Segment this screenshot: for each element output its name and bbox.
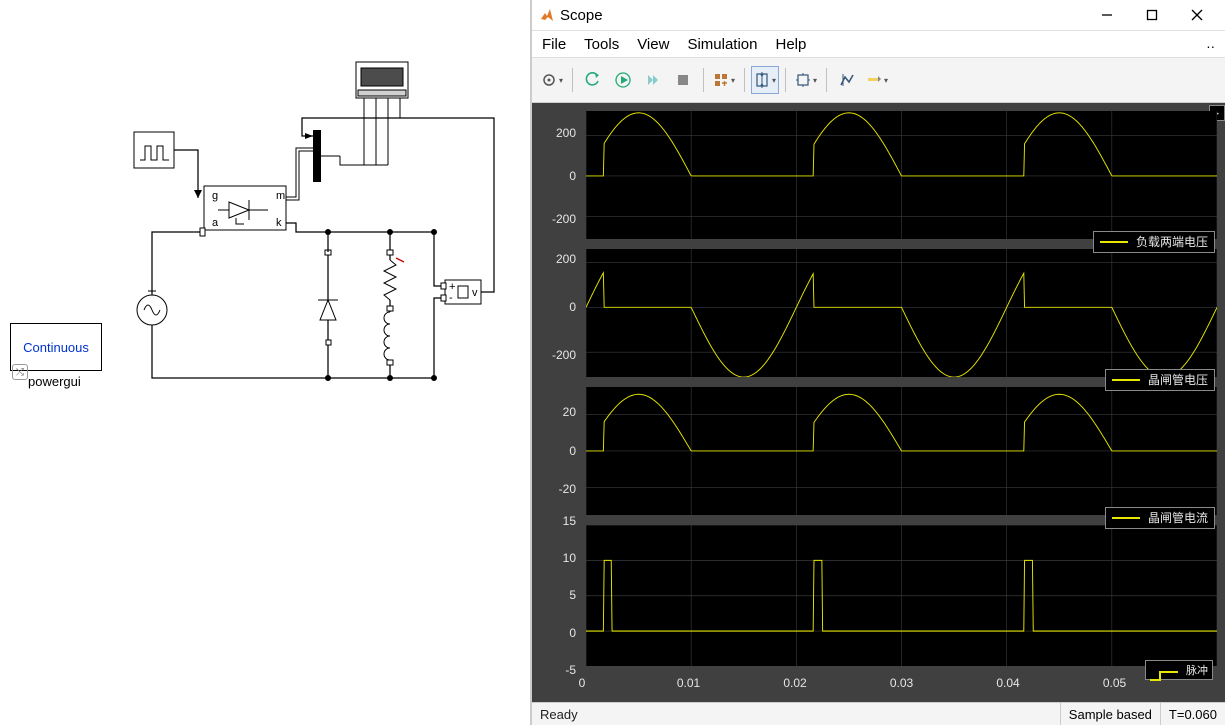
status-mode: Sample based [1060,703,1160,725]
thyristor-block[interactable]: g m a k [204,186,286,230]
mux-block[interactable] [313,130,321,182]
thyristor-port-k: k [276,217,282,229]
legend-label: 晶闸管电压 [1148,371,1208,388]
measurements-icon[interactable] [833,66,861,94]
toolbar: ▾ ▾ ▾ ▾ ▾ [532,58,1225,103]
status-bar: Ready Sample based T=0.060 [532,702,1225,725]
rl-load-block[interactable] [384,232,404,378]
menu-tools[interactable]: Tools [584,36,619,53]
legend-label: 脉冲 [1186,662,1208,678]
ytick: 0 [569,300,576,314]
menu-file[interactable]: File [542,36,566,53]
pulse-generator-block[interactable] [134,132,174,168]
diode-block[interactable] [318,250,338,378]
thyristor-port-m: m [276,190,285,202]
ytick: 20 [563,405,576,419]
menu-view[interactable]: View [637,36,669,53]
xtick: 0.01 [677,676,700,690]
powergui-badge-icon: ⤭ [12,364,28,380]
menu-more-icon[interactable]: ․․ [1206,36,1215,52]
simulink-canvas[interactable]: .wire { stroke:#000; stroke-width:1.25; … [0,0,530,725]
title-bar: Scope [532,0,1225,31]
xtick: 0.02 [783,676,806,690]
run-button[interactable] [609,66,637,94]
ytick: 0 [569,169,576,183]
legend-2: 晶闸管电压 [1105,369,1215,391]
menu-simulation[interactable]: Simulation [687,36,757,53]
window-title: Scope [560,7,1084,24]
highlight-icon[interactable]: ▾ [863,66,891,94]
autoscale-icon[interactable]: ▾ [792,66,820,94]
menu-help[interactable]: Help [776,36,807,53]
signal-selector-icon[interactable]: ▾ [710,66,738,94]
xtick: 0.04 [996,676,1019,690]
legend-label: 负载两端电压 [1136,233,1208,250]
ytick: 5 [569,588,576,602]
xtick: 0.05 [1103,676,1126,690]
vm-out: v [472,287,478,299]
scope-display-block[interactable] [356,62,408,106]
plot-2[interactable]: -2000200晶闸管电压 [536,245,1221,381]
ytick: -20 [559,482,576,496]
ytick: -200 [552,212,576,226]
plot-3[interactable]: -20020晶闸管电流 [536,383,1221,519]
step-back-button[interactable] [579,66,607,94]
settings-gear-icon[interactable]: ▾ [538,66,566,94]
ytick: 15 [563,514,576,528]
xtick: 0 [579,676,586,690]
legend-1: 负载两端电压 [1093,231,1215,253]
status-time: T=0.060 [1160,703,1225,725]
powergui-label: powergui [28,374,81,389]
legend-label: 晶闸管电流 [1148,509,1208,526]
ytick: 0 [569,444,576,458]
close-button[interactable] [1174,1,1219,29]
status-text: Ready [532,707,586,722]
matlab-icon [538,7,554,23]
stop-button[interactable] [669,66,697,94]
ytick: -200 [552,348,576,362]
maximize-button[interactable] [1129,1,1174,29]
powergui-text: Continuous [23,340,89,355]
menu-bar: File Tools View Simulation Help ․․ [532,31,1225,58]
xtick: 0.03 [890,676,913,690]
thyristor-port-a: a [212,217,219,229]
voltage-measurement-block[interactable]: + - v [445,280,481,304]
ytick: 0 [569,626,576,640]
legend-3: 晶闸管电流 [1105,507,1215,529]
legend-4: 脉冲 [1145,660,1213,680]
plot-4[interactable]: -5051015脉冲 [536,521,1221,670]
vm-minus: - [449,292,453,304]
ytick: -5 [565,663,576,677]
minimize-button[interactable] [1084,1,1129,29]
plot-1[interactable]: -2000200负载两端电压 [536,107,1221,243]
ytick: 200 [556,126,576,140]
cursor-tool-icon[interactable]: ▾ [751,66,779,94]
ytick: 10 [563,551,576,565]
thyristor-port-g: g [212,190,218,202]
plots-panel: ▸ -2000200负载两端电压-2000200晶闸管电压-20020晶闸管电流… [532,103,1225,702]
step-forward-button[interactable] [639,66,667,94]
scope-window: Scope File Tools View Simulation Help ․․… [530,0,1225,725]
ytick: 200 [556,252,576,266]
